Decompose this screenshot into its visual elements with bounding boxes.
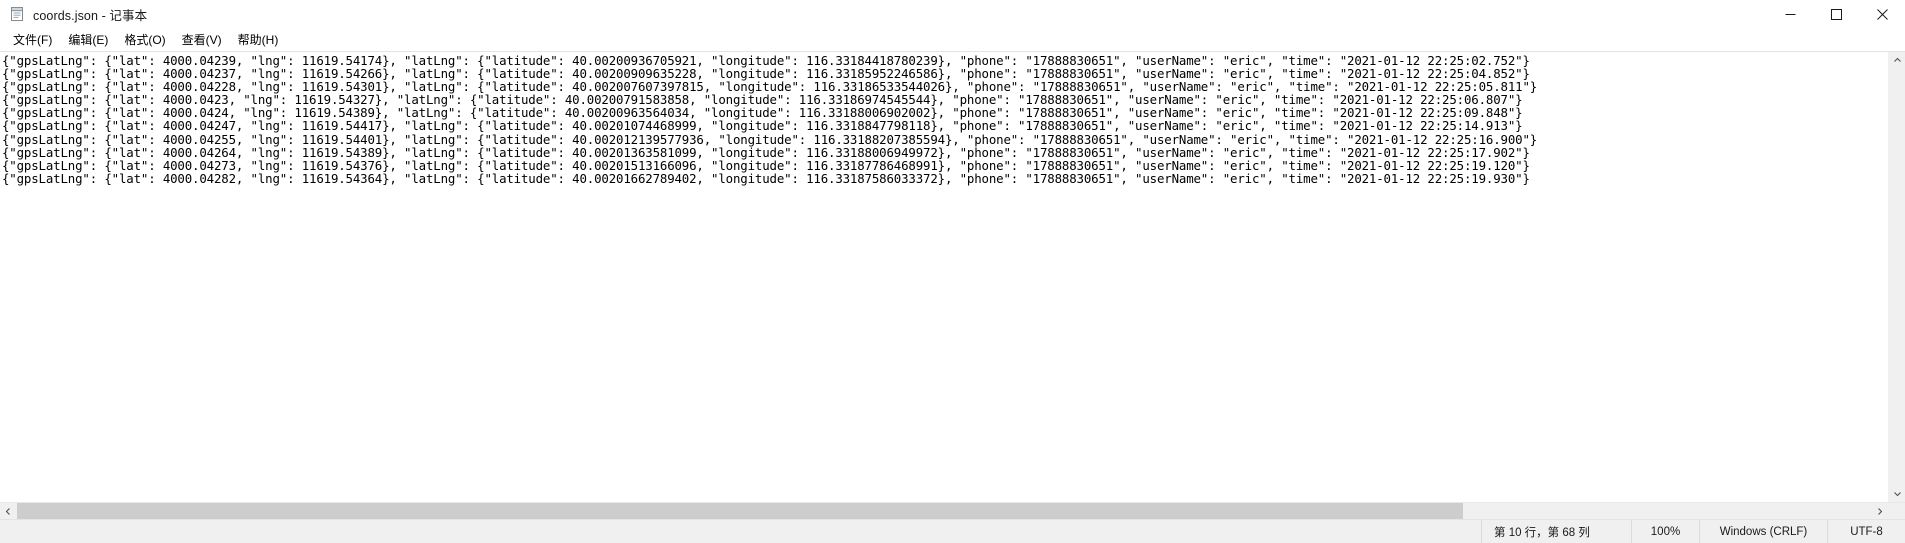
horizontal-scroll-thumb[interactable]: [17, 503, 1464, 519]
scrollbar-corner: [1888, 503, 1905, 519]
vertical-scroll-track[interactable]: [1889, 69, 1905, 485]
text-line: {"gpsLatLng": {"lat": 4000.04282, "lng":…: [2, 170, 1530, 186]
maximize-button[interactable]: [1813, 0, 1859, 29]
menu-edit[interactable]: 编辑(E): [60, 30, 116, 51]
menu-bar: 文件(F) 编辑(E) 格式(O) 查看(V) 帮助(H): [0, 29, 1905, 51]
scroll-down-icon[interactable]: [1889, 485, 1905, 502]
notepad-window: coords.json - 记事本 文件(F) 编辑(E) 格式(O) 查看(V…: [0, 0, 1905, 543]
text-editor[interactable]: {"gpsLatLng": {"lat": 4000.04239, "lng":…: [0, 52, 1888, 502]
text-line: {"gpsLatLng": {"lat": 4000.04255, "lng":…: [2, 131, 1538, 147]
zoom-level[interactable]: 100%: [1631, 519, 1699, 543]
text-line: {"gpsLatLng": {"lat": 4000.04273, "lng":…: [2, 157, 1530, 173]
line-ending: Windows (CRLF): [1699, 519, 1827, 543]
vertical-scrollbar[interactable]: [1888, 52, 1905, 502]
menu-view[interactable]: 查看(V): [174, 30, 230, 51]
title-bar-left: coords.json - 记事本: [0, 5, 1767, 24]
notepad-icon: [9, 6, 25, 22]
scroll-left-icon[interactable]: [0, 503, 17, 519]
scroll-right-icon[interactable]: [1871, 503, 1888, 519]
horizontal-scrollbar[interactable]: [0, 502, 1905, 519]
title-bar: coords.json - 记事本: [0, 0, 1905, 29]
editor-row: {"gpsLatLng": {"lat": 4000.04239, "lng":…: [0, 52, 1905, 502]
editor-area: {"gpsLatLng": {"lat": 4000.04239, "lng":…: [0, 51, 1905, 519]
minimize-button[interactable]: [1767, 0, 1813, 29]
scroll-up-icon[interactable]: [1889, 52, 1905, 69]
menu-help[interactable]: 帮助(H): [230, 30, 287, 51]
menu-file[interactable]: 文件(F): [5, 30, 60, 51]
text-line: {"gpsLatLng": {"lat": 4000.04247, "lng":…: [2, 118, 1523, 134]
window-title: coords.json - 记事本: [33, 8, 148, 23]
status-bar: 第 10 行，第 68 列 100% Windows (CRLF) UTF-8: [0, 519, 1905, 543]
cursor-position: 第 10 行，第 68 列: [1481, 519, 1631, 543]
text-line: {"gpsLatLng": {"lat": 4000.04264, "lng":…: [2, 144, 1530, 160]
window-controls: [1767, 0, 1905, 29]
horizontal-scroll-track[interactable]: [17, 503, 1871, 519]
encoding: UTF-8: [1827, 519, 1905, 543]
close-button[interactable]: [1859, 0, 1905, 29]
menu-format[interactable]: 格式(O): [116, 30, 173, 51]
